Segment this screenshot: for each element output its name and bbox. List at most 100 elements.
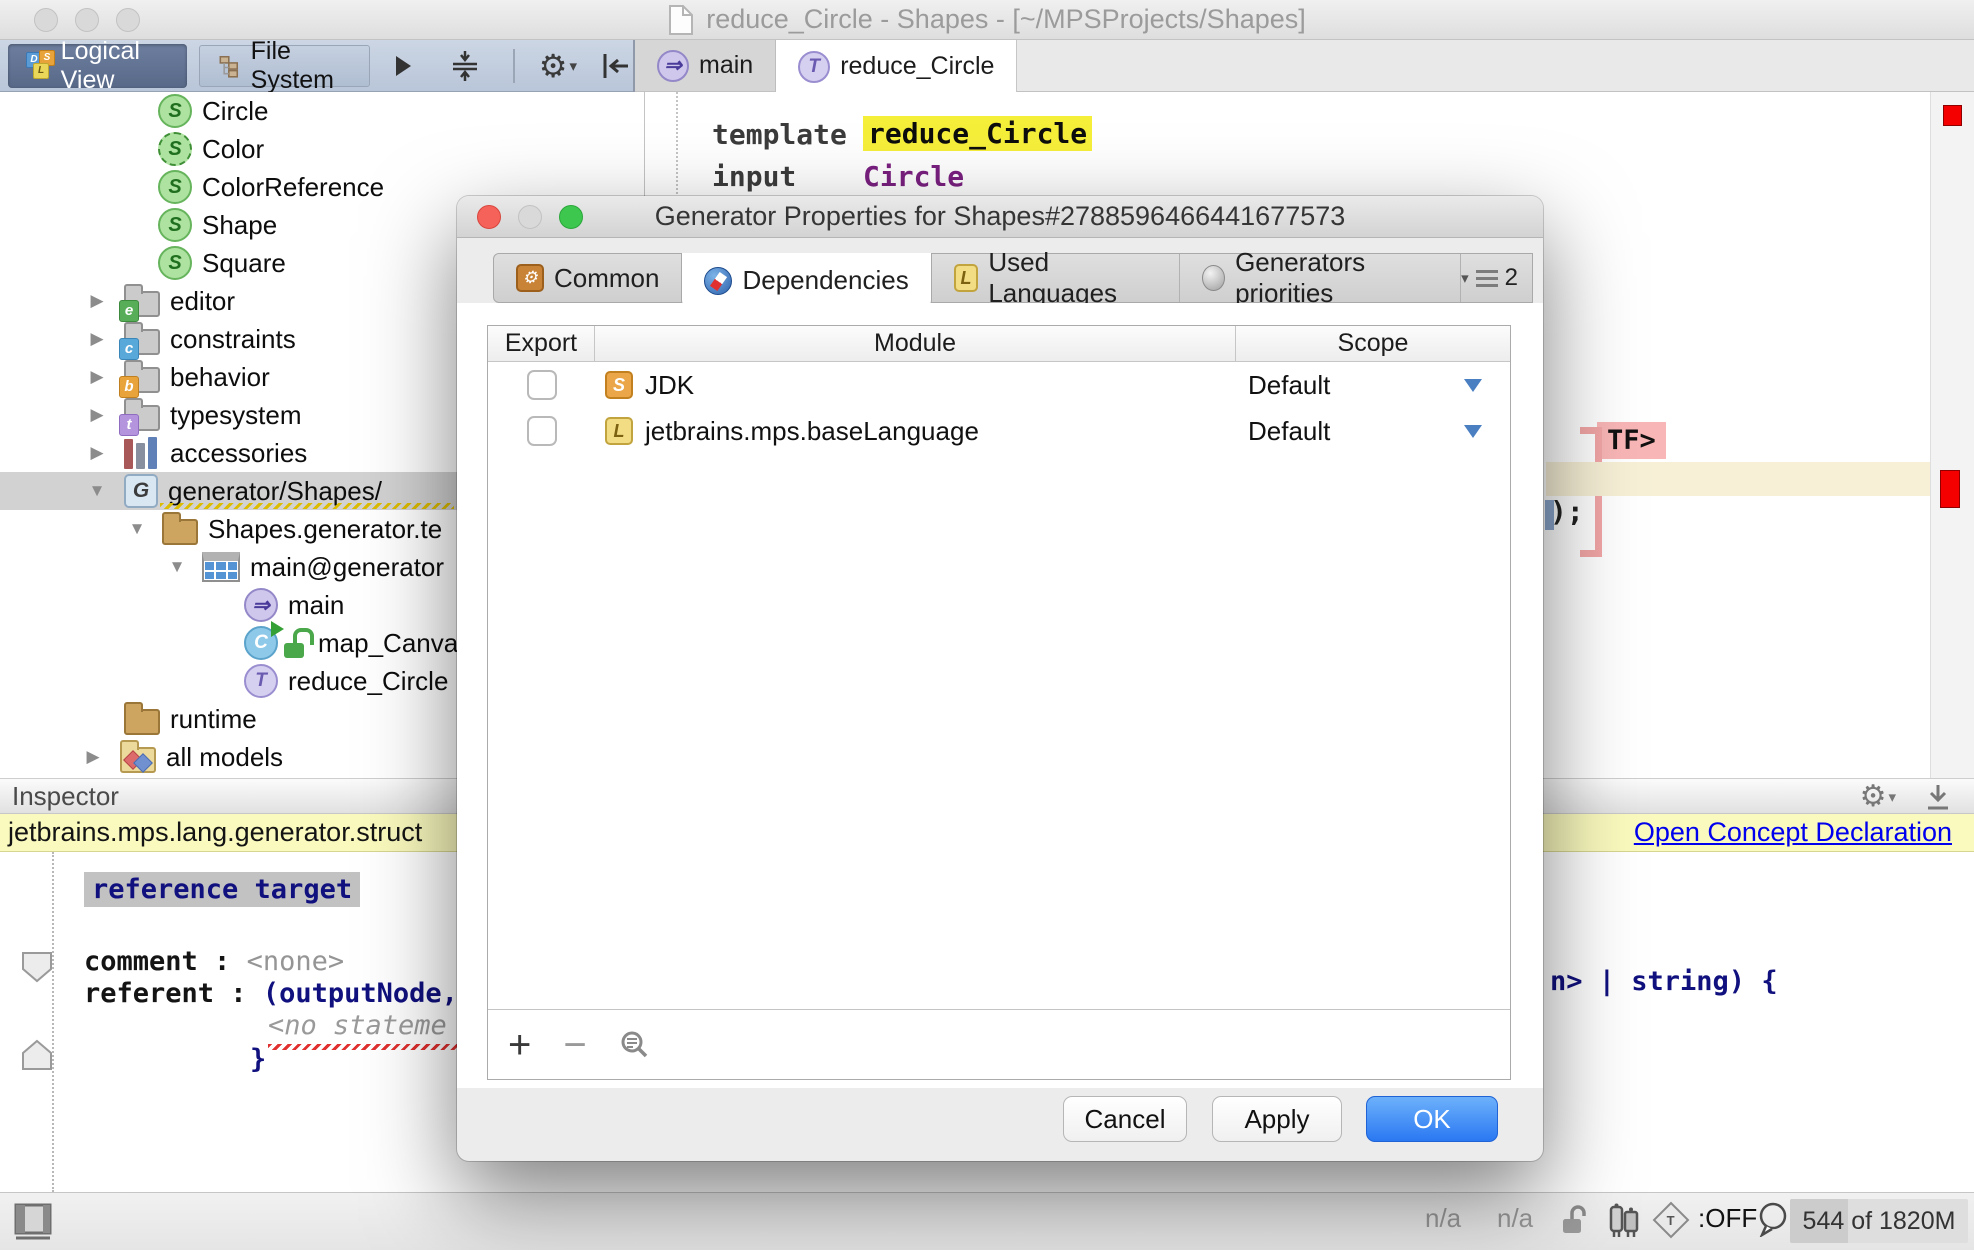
- open-concept-declaration-link[interactable]: Open Concept Declaration: [1634, 817, 1952, 848]
- tab-common[interactable]: ⚙ Common: [494, 254, 682, 302]
- column-scope[interactable]: Scope: [1236, 326, 1510, 361]
- generator-properties-dialog: Generator Properties for Shapes#27885964…: [457, 196, 1543, 1161]
- error-mark[interactable]: [1940, 470, 1960, 508]
- minimize-window-button[interactable]: [75, 8, 99, 32]
- chevron-down-icon: ▾: [569, 57, 577, 75]
- error-mark[interactable]: [1943, 105, 1962, 126]
- zoom-window-button[interactable]: [116, 8, 140, 32]
- ok-button[interactable]: OK: [1366, 1096, 1498, 1142]
- collapse-all-icon: [447, 48, 483, 84]
- referent-line-continued[interactable]: n> | string) {: [1550, 966, 1778, 997]
- scope-dropdown[interactable]: Default: [1236, 416, 1510, 447]
- hide-panel-button[interactable]: [599, 49, 633, 83]
- comment-line[interactable]: comment : <none>: [84, 946, 344, 977]
- column-module[interactable]: Module: [595, 326, 1236, 361]
- dialog-zoom-button[interactable]: [559, 205, 583, 229]
- tree-item-label: ColorReference: [202, 172, 384, 203]
- scope-value: Default: [1248, 370, 1330, 401]
- all-models-icon: [120, 747, 156, 773]
- tab-used-languages[interactable]: L Used Languages: [932, 254, 1181, 302]
- code-analysis-button[interactable]: [1604, 1203, 1642, 1239]
- table-row[interactable]: S JDK Default: [488, 362, 1510, 408]
- chevron-down-icon[interactable]: ▼: [84, 481, 110, 501]
- error-stripe[interactable]: [1930, 92, 1974, 778]
- code-keyword-input[interactable]: input: [712, 160, 796, 193]
- memory-indicator[interactable]: 544 of 1820M: [1790, 1199, 1968, 1243]
- close-window-button[interactable]: [34, 8, 58, 32]
- tree-item-label: accessories: [170, 438, 307, 469]
- lock-toggle-button[interactable]: [1560, 1203, 1588, 1237]
- priorities-tab-icon: [1202, 265, 1225, 291]
- editor-tab-reduce-circle[interactable]: T reduce_Circle: [776, 40, 1017, 93]
- common-tab-icon: ⚙: [516, 264, 544, 292]
- editor-tab-main[interactable]: ⇒ main: [635, 40, 776, 91]
- memory-label: 544 of 1820M: [1790, 1199, 1968, 1243]
- find-usages-button[interactable]: [619, 1029, 651, 1061]
- remove-dependency-button[interactable]: −: [563, 1025, 586, 1065]
- concept-icon: S: [158, 94, 192, 128]
- constraints-aspect-icon: c: [124, 329, 160, 355]
- gear-icon: ⚙: [1860, 782, 1887, 812]
- fold-handle-icon[interactable]: [20, 950, 54, 984]
- window-titlebar: reduce_Circle - Shapes - [~/MPSProjects/…: [0, 0, 1974, 40]
- fold-handle-icon[interactable]: [20, 1038, 54, 1072]
- language-icon: L: [605, 417, 633, 445]
- typesystem-off-label[interactable]: :OFF: [1698, 1203, 1757, 1234]
- hidden-tabs-indicator[interactable]: ▾ 2: [1461, 254, 1532, 302]
- dialog-titlebar: Generator Properties for Shapes#27885964…: [457, 196, 1543, 238]
- tree-item-color[interactable]: S Color: [0, 130, 644, 168]
- referent-line[interactable]: referent : (outputNode,: [84, 978, 458, 1009]
- module-name: jetbrains.mps.baseLanguage: [645, 416, 979, 447]
- event-log-button[interactable]: [1756, 1201, 1792, 1237]
- tab-logical-view[interactable]: D S L Logical View: [8, 44, 187, 88]
- tab-file-system[interactable]: File System: [199, 45, 371, 87]
- concept-breadcrumb[interactable]: jetbrains.mps.lang.generator.struct: [8, 817, 422, 848]
- window-title: reduce_Circle - Shapes - [~/MPSProjects/…: [706, 4, 1306, 35]
- no-statement-cell[interactable]: <no stateme: [268, 1010, 447, 1041]
- chevron-right-icon[interactable]: ▶: [84, 329, 110, 349]
- chevron-right-icon[interactable]: ▶: [80, 747, 106, 767]
- map-template-icon: C: [244, 626, 278, 660]
- table-row[interactable]: L jetbrains.mps.baseLanguage Default: [488, 408, 1510, 454]
- cancel-button[interactable]: Cancel: [1063, 1096, 1187, 1142]
- tree-item-label: all models: [166, 742, 283, 773]
- code-input-concept[interactable]: Circle: [863, 160, 964, 193]
- export-checkbox[interactable]: [527, 416, 557, 446]
- typesystem-toggle-icon[interactable]: T: [1653, 1202, 1690, 1239]
- tree-item-circle[interactable]: S Circle: [0, 92, 644, 130]
- chevron-down-icon: ▾: [1461, 269, 1469, 287]
- settings-button[interactable]: ⚙ ▾: [539, 50, 577, 82]
- chevron-down-icon[interactable]: ▼: [124, 519, 150, 539]
- add-dependency-button[interactable]: +: [508, 1025, 531, 1065]
- warning-squiggle: [160, 503, 454, 509]
- code-tf-fragment[interactable]: TF>: [1597, 422, 1666, 459]
- inspector-dock-button[interactable]: [1922, 781, 1954, 813]
- expand-toolbar-button[interactable]: [396, 56, 411, 76]
- closing-brace[interactable]: }: [250, 1044, 266, 1075]
- export-checkbox[interactable]: [527, 370, 557, 400]
- chevron-right-icon[interactable]: ▶: [84, 443, 110, 463]
- reference-target-cell[interactable]: reference target: [84, 872, 360, 907]
- chevron-right-icon[interactable]: ▶: [84, 405, 110, 425]
- to​olwindow-toggle-button[interactable]: [14, 1203, 54, 1241]
- accessories-icon: [124, 437, 160, 469]
- dialog-minimize-button[interactable]: [518, 205, 542, 229]
- column-export[interactable]: Export: [488, 326, 595, 361]
- tab-generators-priorities[interactable]: Generators priorities: [1180, 254, 1461, 302]
- code-template-name[interactable]: reduce_Circle: [863, 116, 1092, 151]
- inspector-settings-button[interactable]: ⚙ ▾: [1860, 782, 1896, 812]
- tree-item-label: Color: [202, 134, 264, 165]
- chevron-down-icon[interactable]: ▼: [164, 557, 190, 577]
- tab-dependencies[interactable]: Dependencies: [681, 253, 931, 309]
- collapse-all-button[interactable]: [447, 48, 483, 84]
- scope-dropdown[interactable]: Default: [1236, 370, 1510, 401]
- current-line-highlight: [1546, 462, 1930, 496]
- apply-button[interactable]: Apply: [1212, 1096, 1342, 1142]
- mapping-config-icon: ⇒: [244, 588, 278, 622]
- dialog-close-button[interactable]: [477, 205, 501, 229]
- chevron-right-icon[interactable]: ▶: [84, 291, 110, 311]
- code-paren-fragment[interactable]: );: [1550, 495, 1584, 528]
- code-keyword-template[interactable]: template: [712, 118, 847, 151]
- chevron-right-icon[interactable]: ▶: [84, 367, 110, 387]
- status-counter-1: n/a: [1425, 1203, 1461, 1234]
